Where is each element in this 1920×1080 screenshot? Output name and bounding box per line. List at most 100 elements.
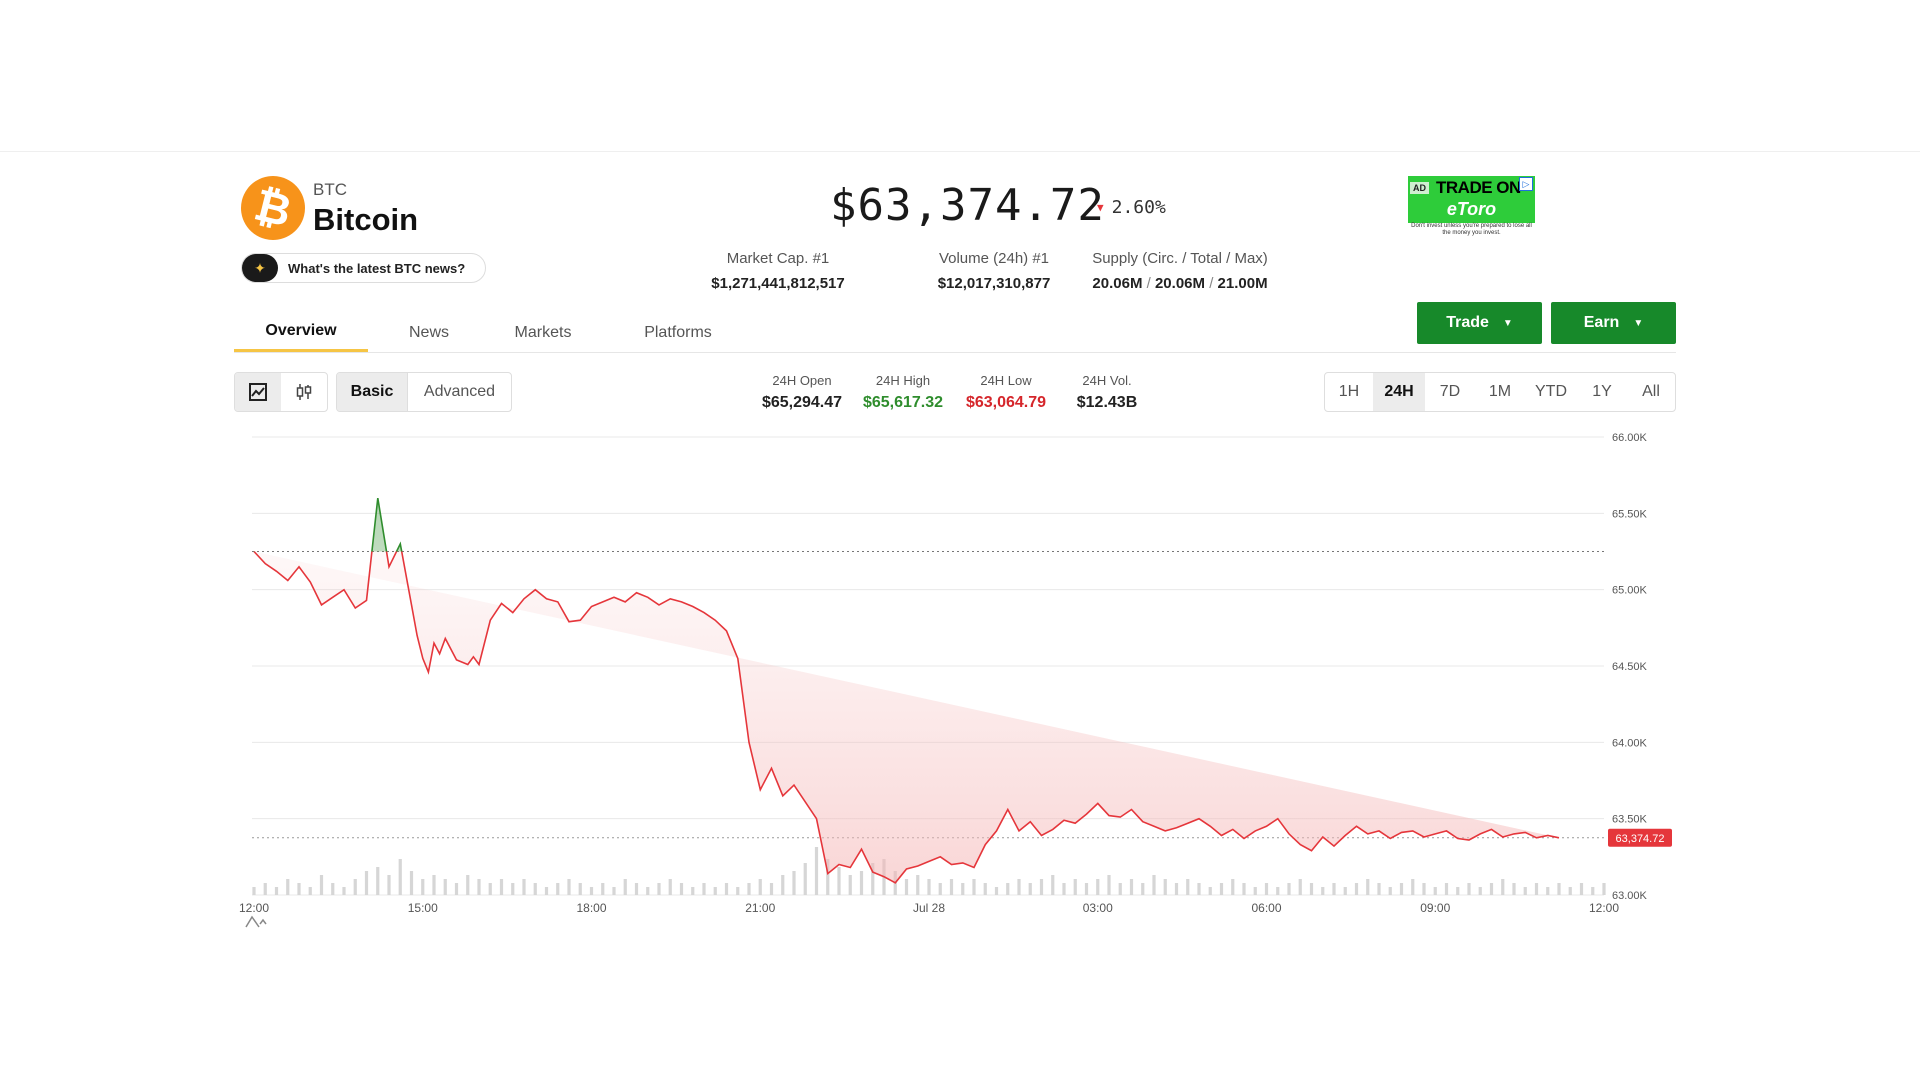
volume-bar <box>331 883 335 895</box>
volume-bar <box>544 887 549 895</box>
volume-bar <box>1501 879 1505 895</box>
volume-bar <box>601 883 605 895</box>
range-button-1h[interactable]: 1H <box>1325 373 1373 411</box>
etoro-ad[interactable]: AD TRADE ON eToro ▷ Don't invest unless … <box>1408 176 1535 238</box>
volume-bar <box>533 883 537 895</box>
high-stat: 24H High $65,617.32 <box>853 373 953 412</box>
volume-bar <box>1534 883 1539 895</box>
volume-bar <box>668 879 672 895</box>
volume-bar <box>567 879 571 895</box>
volume-bar <box>713 887 717 895</box>
volume-bar <box>274 887 279 895</box>
volume-bar <box>252 887 256 895</box>
range-button-1y[interactable]: 1Y <box>1577 373 1627 411</box>
tab-news[interactable]: News <box>384 313 474 352</box>
volume-bar <box>1073 879 1077 895</box>
range-button-1m[interactable]: 1M <box>1475 373 1525 411</box>
chevron-down-icon: ▼ <box>1502 317 1513 329</box>
low-stat: 24H Low $63,064.79 <box>956 373 1056 412</box>
supply-sep: / <box>1209 275 1214 292</box>
volume-bar <box>522 879 526 895</box>
tab-platforms[interactable]: Platforms <box>620 313 736 352</box>
ad-info-icon[interactable]: ▷ <box>1519 177 1533 191</box>
ad-tag: AD <box>1410 182 1429 194</box>
latest-news-button[interactable]: ✦ What's the latest BTC news? <box>241 253 486 283</box>
x-tick-label: 12:00 <box>1589 901 1619 915</box>
volume-bar <box>1444 883 1449 895</box>
range-selector: 1H 24H 7D 1M YTD 1Y All <box>1324 372 1676 412</box>
volume-bar <box>499 879 504 895</box>
volume-bar <box>1411 879 1415 895</box>
y-tick-label: 65.00K <box>1612 585 1648 597</box>
volume-bar <box>1602 883 1606 895</box>
volume-bar <box>1006 883 1010 895</box>
earn-button[interactable]: Earn ▼ <box>1551 302 1676 344</box>
volume-bar <box>949 879 954 895</box>
volume-24h-stat: 24H Vol. $12.43B <box>1057 373 1157 412</box>
candlestick-icon[interactable] <box>281 373 327 411</box>
chevron-down-icon: ▼ <box>1633 317 1644 329</box>
ad-title: TRADE ON <box>1436 178 1521 197</box>
volume-bar <box>477 879 481 895</box>
y-tick-label: 64.50K <box>1612 661 1648 673</box>
range-button-7d[interactable]: 7D <box>1425 373 1475 411</box>
line-chart-icon[interactable] <box>235 373 281 411</box>
current-price: $63,374.72 <box>830 180 1105 231</box>
volume-bar <box>691 887 695 895</box>
volume-bar <box>634 883 639 895</box>
volume-bar <box>454 883 459 895</box>
tab-overview[interactable]: Overview <box>234 313 368 352</box>
advanced-mode-button[interactable]: Advanced <box>407 373 511 411</box>
supply-circ: 20.06M <box>1092 275 1143 292</box>
range-button-24h[interactable]: 24H <box>1373 373 1425 411</box>
y-tick-label: 66.00K <box>1612 432 1648 444</box>
sparkle-icon: ✦ <box>242 254 278 282</box>
volume-bar <box>1219 883 1224 895</box>
basic-mode-button[interactable]: Basic <box>337 373 407 411</box>
volume-24h-value: $12.43B <box>1076 394 1138 411</box>
volume-bar <box>1287 883 1291 895</box>
range-button-all[interactable]: All <box>1627 373 1675 411</box>
volume-bar <box>319 875 324 895</box>
volume-bar <box>1163 879 1167 895</box>
volume-bar <box>803 863 807 895</box>
y-tick-label: 63.50K <box>1612 814 1648 826</box>
volume-bar <box>623 879 627 895</box>
volume-bar <box>994 887 999 895</box>
trade-button[interactable]: Trade ▼ <box>1417 302 1542 344</box>
price-chart[interactable]: 66.00K65.50K65.00K64.50K64.00K63.50K63.0… <box>228 430 1688 930</box>
volume-bar <box>1051 875 1055 895</box>
volume-bar <box>938 883 942 895</box>
volume-bar <box>904 879 909 895</box>
latest-news-label: What's the latest BTC news? <box>288 260 466 276</box>
supply-label: Supply (Circ. / Total / Max) <box>1092 250 1268 267</box>
ad-disclaimer: Don't invest unless you're prepared to l… <box>1411 223 1532 236</box>
volume-bar <box>1568 887 1572 895</box>
supply-value: 20.06M / 20.06M / 21.00M <box>1060 275 1300 292</box>
volume-bar <box>972 879 976 895</box>
y-tick-label: 64.00K <box>1612 737 1648 749</box>
volume-bar <box>1321 887 1325 895</box>
tab-markets[interactable]: Markets <box>492 313 594 352</box>
volume-bar <box>398 859 402 895</box>
volume-bar <box>1028 883 1032 895</box>
volume-bar <box>1591 887 1595 895</box>
low-value: $63,064.79 <box>965 394 1047 411</box>
price-change: ▼ 2.60% <box>1097 197 1166 218</box>
market-cap-stat: Market Cap. #1 $1,271,441,812,517 <box>658 250 898 292</box>
x-tick-label: Jul 28 <box>913 901 945 915</box>
volume-bar <box>1039 879 1044 895</box>
volume-bar <box>286 879 290 895</box>
volume-bar <box>1231 879 1235 895</box>
range-button-ytd[interactable]: YTD <box>1525 373 1577 411</box>
volume-bar <box>421 879 425 895</box>
x-tick-label: 06:00 <box>1251 901 1281 915</box>
volume-bar <box>1332 883 1336 895</box>
high-value: $65,617.32 <box>862 394 944 411</box>
volume-bar <box>1096 879 1100 895</box>
volume-bar <box>859 871 864 895</box>
volume-bar <box>1309 883 1314 895</box>
volume-bar <box>1422 883 1426 895</box>
volume-bar <box>657 883 661 895</box>
volume-bar <box>1141 883 1145 895</box>
